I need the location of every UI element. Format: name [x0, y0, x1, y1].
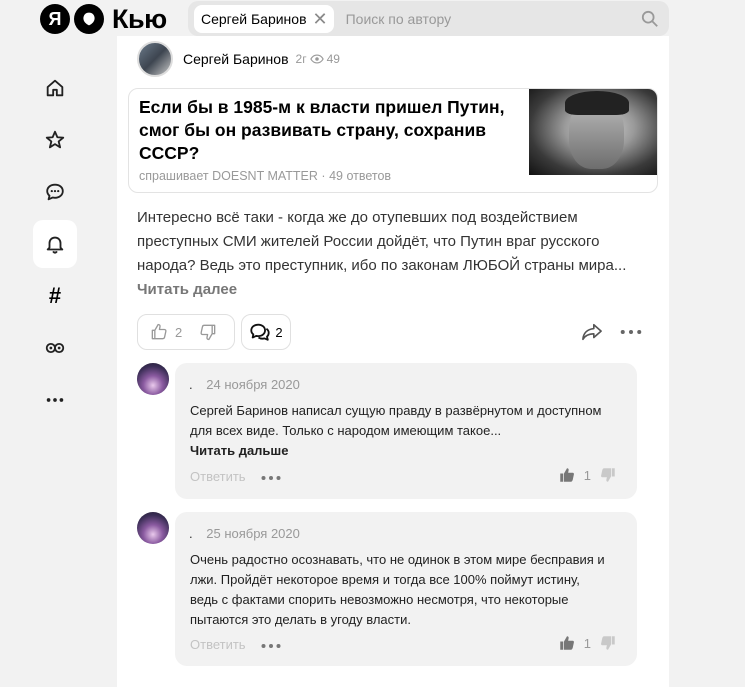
comment-author[interactable]: . — [189, 377, 193, 392]
comment-date: 24 ноября 2020 — [206, 377, 300, 392]
question-image — [529, 89, 657, 175]
hash-icon: # — [48, 283, 62, 308]
search-icon[interactable] — [641, 10, 659, 28]
reply-button[interactable]: Ответить — [190, 637, 246, 652]
sidebar-item-favorites[interactable] — [33, 116, 77, 164]
author-meta: 2г 49 — [296, 52, 340, 66]
star-icon — [45, 130, 65, 149]
question-card[interactable]: Если бы в 1985-м к власти пришел Путин, … — [128, 88, 658, 193]
vote-box: 2 — [137, 314, 235, 350]
thumbs-down-icon[interactable] — [599, 466, 617, 484]
comment-header: . 24 ноября 2020 — [189, 377, 300, 392]
comments-count: 2 — [275, 324, 283, 340]
answer-text: Интересно всё таки - когда же до отупевш… — [137, 206, 647, 302]
logo-drop-icon — [83, 12, 95, 26]
question-image-hair — [565, 91, 629, 115]
answer-card: Сергей Баринов 2г 49 Если бы в 1985-м к … — [117, 36, 669, 687]
views-count: 49 — [326, 52, 340, 66]
question-asked-by: спрашивает DOESNT MATTER — [139, 169, 318, 183]
answers-count: 49 ответов — [329, 169, 392, 183]
author-row[interactable]: Сергей Баринов 2г 49 — [137, 41, 340, 77]
comment-votes: 1 — [558, 466, 617, 484]
comment-item: . 24 ноября 2020 Сергей Баринов написал … — [137, 363, 637, 499]
more-icon — [46, 398, 64, 402]
comment-item: . 25 ноября 2020 Очень радостно осознава… — [137, 512, 637, 666]
comment-date: 25 ноября 2020 — [206, 526, 300, 541]
thumbs-down-icon[interactable] — [599, 634, 617, 652]
more-icon[interactable] — [261, 643, 281, 649]
home-icon — [46, 79, 64, 97]
question-meta: спрашивает DOESNT MATTER · 49 ответов — [139, 169, 391, 183]
question-title[interactable]: Если бы в 1985-м к власти пришел Путин, … — [139, 96, 509, 165]
search-input[interactable]: Поиск по автору — [346, 11, 641, 27]
logo-mark — [74, 4, 104, 34]
author-filter-chip[interactable]: Сергей Баринов ✕ — [194, 4, 334, 33]
sidebar-item-messages[interactable] — [33, 168, 77, 216]
logo-text: Кью — [112, 3, 167, 34]
bell-icon — [46, 236, 64, 254]
avatar[interactable] — [137, 41, 173, 77]
author-name[interactable]: Сергей Баринов — [183, 51, 289, 67]
share-icon[interactable] — [581, 322, 603, 342]
more-icon[interactable] — [261, 475, 281, 481]
comment-votes: 1 — [558, 634, 617, 652]
comment-text: Очень радостно осознавать, что не одинок… — [190, 550, 610, 630]
sidebar-item-communities[interactable] — [33, 324, 77, 372]
sidebar: # — [33, 64, 77, 428]
sidebar-item-notifications[interactable] — [33, 220, 77, 268]
sidebar-item-home[interactable] — [33, 64, 77, 112]
post-age: 2г — [295, 52, 307, 66]
logo-ya: Я — [40, 4, 70, 34]
comment-likes-count: 1 — [583, 467, 591, 483]
avatar[interactable] — [137, 363, 169, 395]
comment-author[interactable]: . — [189, 526, 193, 541]
reply-button[interactable]: Ответить — [190, 469, 246, 484]
comments-icon — [250, 323, 270, 341]
comments-button[interactable]: 2 — [241, 314, 291, 350]
sidebar-item-more[interactable] — [33, 376, 77, 424]
comment-text: Сергей Баринов написал сущую правду в ра… — [190, 401, 610, 461]
more-icon[interactable] — [620, 328, 642, 336]
answer-body: Интересно всё таки - когда же до отупевш… — [137, 209, 627, 274]
chat-icon — [46, 183, 64, 201]
comment-header: . 25 ноября 2020 — [189, 526, 300, 541]
comment-bubble: . 24 ноября 2020 Сергей Баринов написал … — [175, 363, 637, 499]
comment-read-more-link[interactable]: Читать дальше — [190, 443, 289, 458]
comment-body: Сергей Баринов написал сущую правду в ра… — [190, 403, 602, 438]
likes-count: 2 — [175, 324, 183, 340]
glasses-icon — [45, 342, 65, 354]
comment-bubble: . 25 ноября 2020 Очень радостно осознава… — [175, 512, 637, 666]
logo[interactable]: Я Кью — [40, 3, 167, 35]
thumbs-down-icon[interactable] — [198, 322, 218, 342]
author-filter-chip-label: Сергей Баринов — [201, 10, 307, 27]
answer-actions: 2 2 — [137, 314, 649, 350]
comment-likes-count: 1 — [583, 635, 591, 651]
eye-icon — [309, 54, 324, 64]
thumbs-up-icon[interactable] — [558, 466, 576, 484]
sidebar-item-topics[interactable]: # — [33, 272, 77, 320]
meta-separator: · — [321, 169, 326, 183]
thumbs-up-icon[interactable] — [149, 322, 169, 342]
close-icon[interactable]: ✕ — [313, 10, 328, 28]
thumbs-up-icon[interactable] — [558, 634, 576, 652]
avatar[interactable] — [137, 512, 169, 544]
read-more-link[interactable]: Читать далее — [137, 281, 237, 298]
comment-body: Очень радостно осознавать, что не одинок… — [190, 552, 605, 627]
search-bar[interactable]: Сергей Баринов ✕ Поиск по автору — [188, 1, 669, 36]
